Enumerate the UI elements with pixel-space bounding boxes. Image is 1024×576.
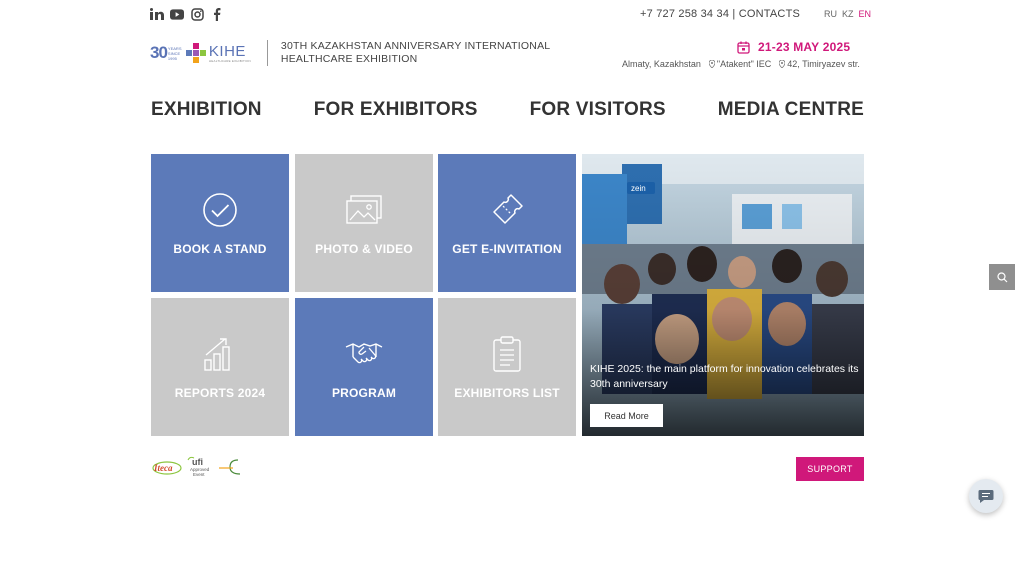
logo-divider [266,40,268,66]
check-circle-icon [200,190,240,230]
nav-exhibition[interactable]: EXHIBITION [151,99,262,121]
kihe-mark-icon [185,43,206,63]
read-more-button[interactable]: Read More [590,404,663,427]
venue-item: "Atakent" IEC [708,59,772,69]
feature-news-card[interactable]: zein KIHE 2025: the main platform for in… [582,154,864,436]
booth-sign-text: zein [631,184,646,193]
lang-kz[interactable]: KZ [842,9,854,19]
tile-label: EXHIBITORS LIST [454,386,560,400]
tile-exhibitors-list[interactable]: EXHIBITORS LIST [438,298,576,436]
main-nav: EXHIBITION FOR EXHIBITORS FOR VISITORS M… [151,99,864,121]
side-search-button[interactable] [989,264,1015,290]
linkedin-icon[interactable] [150,7,164,21]
tile-get-e-invitation[interactable]: GET E-INVITATION [438,154,576,292]
support-button[interactable]: SUPPORT [796,457,864,481]
exhibition-title: 30TH KAZAKHSTAN ANNIVERSARY INTERNATIONA… [280,40,550,65]
youtube-icon[interactable] [170,7,184,21]
tile-label: PROGRAM [331,386,397,400]
phone-contacts: +7 727 258 34 34 | CONTACTS [640,8,800,20]
ufi-event-text: Event [193,472,205,477]
ufi-logo-icon: ufi Approved Event [187,456,210,477]
tile-photo-video[interactable]: PHOTO & VIDEO [295,154,433,292]
tile-reports-2024[interactable]: REPORTS 2024 [151,298,289,436]
ticket-icon [487,190,527,230]
site-logo[interactable]: 30 YEARS SINCE 1995 KIHE HEALTHCARE EXHI… [150,40,551,66]
partner-logos: Iteca ufi Approved Event [152,456,244,478]
tile-label: BOOK A STAND [173,242,267,256]
facebook-icon[interactable] [210,7,224,21]
handshake-icon [344,334,384,374]
date-text: 21-23 MAY 2025 [758,40,851,54]
photos-icon [344,190,384,230]
feature-caption: KIHE 2025: the main platform for innovat… [590,363,859,390]
city: Almaty, Kazakhstan [622,59,701,69]
address-item: 42, Timiryazev str. [779,59,860,69]
event-date: 21-23 MAY 2025 [737,40,850,54]
social-links [150,7,224,21]
top-bar: +7 727 258 34 34 | CONTACTS RU KZ EN [0,0,1024,30]
event-photo: zein [582,154,864,436]
pin-icon [779,60,786,68]
separator: | [732,8,736,20]
chat-icon [978,489,994,503]
event-location: Almaty, Kazakhstan "Atakent" IEC 42, Tim… [622,59,860,69]
calendar-icon [737,41,750,54]
lang-ru[interactable]: RU [824,9,837,19]
tile-book-a-stand[interactable]: BOOK A STAND [151,154,289,292]
tile-label: REPORTS 2024 [174,386,266,400]
nav-media-centre[interactable]: MEDIA CENTRE [718,99,864,121]
iteca-logo-text: Iteca [153,463,173,473]
instagram-icon[interactable] [190,7,204,21]
venue: "Atakent" IEC [716,59,772,69]
lang-en[interactable]: EN [859,9,872,19]
phone-link[interactable]: +7 727 258 34 34 [640,8,729,20]
sco-logo-icon [219,459,241,475]
logo-name: KIHE [208,42,246,60]
growth-chart-icon [200,334,240,374]
pin-icon [708,60,715,68]
address: 42, Timiryazev str. [787,59,860,69]
logo-number: 30 [150,43,168,62]
search-icon [996,271,1007,282]
tile-label: GET E-INVITATION [452,242,562,256]
contacts-link[interactable]: CONTACTS [739,8,800,20]
logo-sub: HEALTHCARE EXHIBITION [208,58,251,63]
nav-for-visitors[interactable]: FOR VISITORS [530,99,666,121]
chat-widget-button[interactable] [969,479,1003,513]
iteca-logo-icon: Iteca [152,461,182,475]
language-switcher: RU KZ EN [824,9,871,19]
tile-label: PHOTO & VIDEO [315,242,413,256]
tile-program[interactable]: PROGRAM [295,298,433,436]
ufi-logo-text: ufi [192,457,203,467]
clipboard-icon [487,334,527,374]
logo-years: YEARS SINCE 1995 [167,45,182,61]
logo-wordmark: KIHE HEALTHCARE EXHIBITION [209,44,251,63]
nav-for-exhibitors[interactable]: FOR EXHIBITORS [314,99,478,121]
